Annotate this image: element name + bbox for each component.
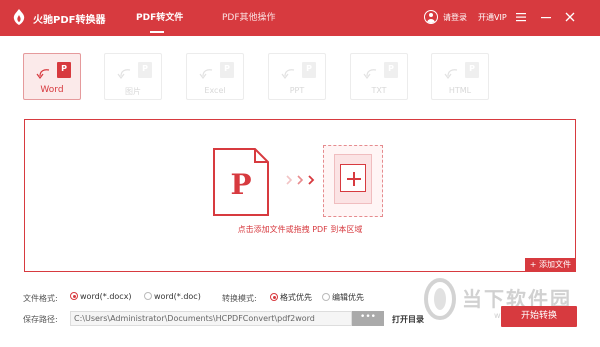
radio-unselected-icon xyxy=(144,292,152,300)
radio-unselected-icon xyxy=(322,293,330,301)
convert-arrow-icon xyxy=(363,69,377,79)
convert-arrow-icon xyxy=(117,69,131,79)
radio-edit-priority[interactable]: 编辑优先 xyxy=(322,292,364,303)
format-label: Word xyxy=(40,85,64,95)
menu-icon[interactable] xyxy=(514,10,528,24)
user-avatar-icon[interactable] xyxy=(424,10,438,24)
format-excel[interactable]: P Excel xyxy=(186,53,244,100)
pdf-doc-icon: P xyxy=(220,62,234,78)
radio-docx[interactable]: word(*.docx) xyxy=(70,292,132,301)
title-bar: 火驰PDF转换器 PDF转文件 PDF其他操作 请登录 开通VIP xyxy=(0,0,600,36)
format-image[interactable]: P 图片 xyxy=(104,53,162,100)
convert-arrow-icon xyxy=(199,69,213,79)
file-format-label: 文件格式: xyxy=(23,294,58,303)
convert-arrow-icon xyxy=(444,69,458,79)
tab-pdf-other-operations[interactable]: PDF其他操作 xyxy=(222,10,276,23)
pdf-doc-letter: P xyxy=(230,168,251,201)
convert-mode-label: 转换模式: xyxy=(222,294,257,303)
format-label: Excel xyxy=(204,86,226,95)
pdf-doc-icon: P xyxy=(302,62,316,78)
radio-selected-icon xyxy=(70,292,78,300)
save-path-input[interactable]: C:\Users\Administrator\Documents\HCPDFCo… xyxy=(70,311,352,326)
radio-doc[interactable]: word(*.doc) xyxy=(144,292,201,301)
browse-button[interactable]: ••• xyxy=(352,311,384,326)
login-link[interactable]: 请登录 xyxy=(443,12,467,23)
file-drop-area[interactable]: P 点击添加文件或拖拽 PDF 到本区域 + 添加文件 xyxy=(24,119,576,272)
add-file-target[interactable] xyxy=(323,145,383,217)
radio-selected-icon xyxy=(270,293,278,301)
format-label: HTML xyxy=(448,86,472,95)
format-label: PPT xyxy=(289,86,305,95)
logo-icon xyxy=(13,9,25,25)
pdf-doc-icon: P xyxy=(384,62,398,78)
add-file-button[interactable]: + 添加文件 xyxy=(524,258,576,272)
close-icon[interactable] xyxy=(563,10,577,24)
format-html[interactable]: P HTML xyxy=(431,53,489,100)
app-title: 火驰PDF转换器 xyxy=(33,15,106,26)
tab-pdf-to-file[interactable]: PDF转文件 xyxy=(136,10,183,23)
vip-link[interactable]: 开通VIP xyxy=(478,12,507,23)
open-directory-link[interactable]: 打开目录 xyxy=(392,314,424,325)
minimize-icon[interactable] xyxy=(539,10,553,24)
convert-arrow-icon xyxy=(36,69,50,79)
convert-arrow-icon xyxy=(281,69,295,79)
save-path-label: 保存路径: xyxy=(23,315,58,324)
watermark-logo-icon xyxy=(424,278,456,320)
format-label: 图片 xyxy=(125,87,141,96)
pdf-doc-icon: P xyxy=(465,62,479,78)
radio-format-priority[interactable]: 格式优先 xyxy=(270,292,312,303)
format-ppt[interactable]: P PPT xyxy=(268,53,326,100)
format-word[interactable]: P Word xyxy=(23,53,81,100)
pdf-doc-icon: P xyxy=(57,62,71,78)
format-label: TXT xyxy=(371,86,387,95)
drop-hint: 点击添加文件或拖拽 PDF 到本区域 xyxy=(237,225,363,234)
start-convert-button[interactable]: 开始转换 xyxy=(501,306,577,327)
pdf-document-icon: P xyxy=(213,148,269,216)
active-tab-indicator xyxy=(150,31,164,33)
pdf-doc-icon: P xyxy=(138,62,152,78)
format-txt[interactable]: P TXT xyxy=(350,53,408,100)
chevrons-right-icon xyxy=(286,175,315,185)
